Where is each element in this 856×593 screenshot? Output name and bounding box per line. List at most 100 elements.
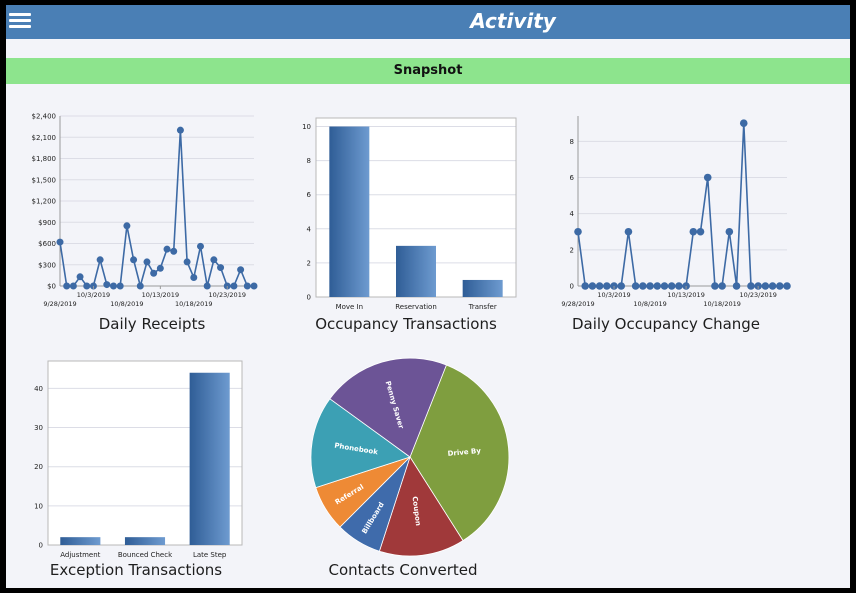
x-tick-label: 10/3/2019 <box>77 291 110 299</box>
x-tick-label: 9/28/2019 <box>43 300 76 308</box>
y-tick-label: $0 <box>47 283 56 291</box>
data-point <box>76 273 84 281</box>
y-tick-label: $2,400 <box>32 113 57 121</box>
y-tick-label: $1,200 <box>32 198 57 206</box>
data-point <box>163 245 171 253</box>
y-tick-label: 10 <box>34 502 43 510</box>
data-point <box>667 282 676 290</box>
y-tick-label: 0 <box>307 294 311 302</box>
data-point <box>190 274 198 281</box>
x-tick-label: 10/8/2019 <box>110 300 143 308</box>
chart-exception-transactions[interactable]: 0 10 20 30 40 Adjustment Bounced Check Late Ste… <box>22 353 247 563</box>
data-point <box>250 282 258 290</box>
data-point <box>775 282 784 290</box>
data-point <box>110 282 118 290</box>
category-label: Late Step <box>193 551 227 559</box>
data-point <box>646 282 654 290</box>
data-point <box>243 282 251 290</box>
y-tick-label: 2 <box>570 246 574 254</box>
y-tick-label: $1,500 <box>32 176 57 184</box>
data-point <box>143 258 151 266</box>
data-point <box>83 282 91 290</box>
bar <box>189 372 230 545</box>
data-point <box>660 282 669 290</box>
y-tick-label: 6 <box>570 174 575 182</box>
data-point <box>116 282 124 290</box>
y-tick-label: $600 <box>38 240 56 248</box>
x-tick-label: 10/13/2019 <box>142 291 179 299</box>
chart-title-exception-transactions: Exception Transactions <box>49 561 223 579</box>
data-point <box>581 282 590 290</box>
y-tick-label: 30 <box>34 424 43 432</box>
data-point <box>631 282 640 290</box>
data-point <box>603 282 611 290</box>
chart-title-contacts-converted: Contacts Converted <box>328 561 478 579</box>
x-tick-label: 10/13/2019 <box>667 291 704 299</box>
y-tick-label: $2,100 <box>32 134 57 142</box>
category-label: Transfer <box>468 303 497 311</box>
category-label: Reservation <box>395 303 437 311</box>
data-point <box>689 227 698 236</box>
data-point <box>183 258 191 266</box>
category-label: Adjustment <box>60 551 100 559</box>
data-point <box>237 266 245 274</box>
data-point <box>739 119 748 128</box>
x-tick-label: 9/28/2019 <box>561 300 594 308</box>
toolbar-strip <box>6 39 850 57</box>
category-label: Move In <box>336 303 364 311</box>
x-tick-label: 10/18/2019 <box>703 300 740 308</box>
chart-title-daily-receipts: Daily Receipts <box>98 315 206 333</box>
data-point <box>176 126 184 134</box>
data-point <box>130 256 138 264</box>
data-point <box>69 282 77 290</box>
bar <box>329 126 370 298</box>
y-tick-label: 2 <box>307 259 311 267</box>
data-point <box>711 282 719 290</box>
chart-daily-occupancy-change[interactable]: 0 2 4 6 8 10/3/2019 10/13/2019 10/23/2019 9/28/2… <box>551 110 791 310</box>
y-tick-label: 4 <box>307 225 312 233</box>
x-tick-label: 10/23/2019 <box>209 291 246 299</box>
snapshot-title: Snapshot <box>393 63 463 78</box>
data-point <box>150 269 158 277</box>
x-tick-label: 10/18/2019 <box>175 300 212 308</box>
data-point <box>170 247 178 255</box>
data-point <box>588 282 597 290</box>
chart-occupancy-transactions[interactable]: 0 2 4 6 8 10 Move In Reservation Transfer <box>296 110 521 311</box>
data-point <box>156 264 164 272</box>
data-point <box>718 282 726 290</box>
data-point <box>56 238 64 246</box>
data-point <box>210 256 218 264</box>
data-point <box>63 282 71 290</box>
x-tick-label: 10/8/2019 <box>633 300 666 308</box>
data-point <box>624 227 633 236</box>
bar <box>60 537 101 545</box>
data-point <box>768 282 777 290</box>
y-tick-label: 8 <box>570 138 574 146</box>
data-point <box>96 256 104 264</box>
chart-contacts-converted[interactable]: Drive By Coupon Billboard Referral Phonebook… <box>296 353 516 563</box>
chart-daily-receipts[interactable]: $0 $300 $600 $900 $1,200 $1,500 $1,800 $2,100 $2… <box>22 110 262 310</box>
y-tick-label: 8 <box>307 157 311 165</box>
data-point <box>617 282 626 290</box>
chart-title-daily-occupancy-change: Daily Occupancy Change <box>571 315 761 333</box>
data-point <box>595 282 604 290</box>
data-point <box>103 281 111 289</box>
series-line <box>59 130 254 290</box>
category-label: Bounced Check <box>118 551 173 559</box>
data-point <box>196 242 204 250</box>
data-point <box>217 264 225 272</box>
data-point <box>732 282 741 290</box>
bar <box>124 537 166 545</box>
data-point <box>725 227 734 236</box>
data-point <box>703 173 712 182</box>
y-tick-label: 20 <box>34 463 43 471</box>
chart-title-occupancy-transactions: Occupancy Transactions <box>315 315 497 333</box>
y-tick-label: 6 <box>307 191 312 199</box>
y-tick-label: 4 <box>570 210 575 218</box>
data-point <box>653 282 662 290</box>
y-tick-label: 40 <box>34 385 43 393</box>
data-point <box>203 282 211 290</box>
data-point <box>136 282 144 290</box>
y-tick-label: 0 <box>39 542 43 550</box>
app-window: Activity Snapshot $0 $300 $600 $900 $1,200 $1… <box>6 5 850 588</box>
